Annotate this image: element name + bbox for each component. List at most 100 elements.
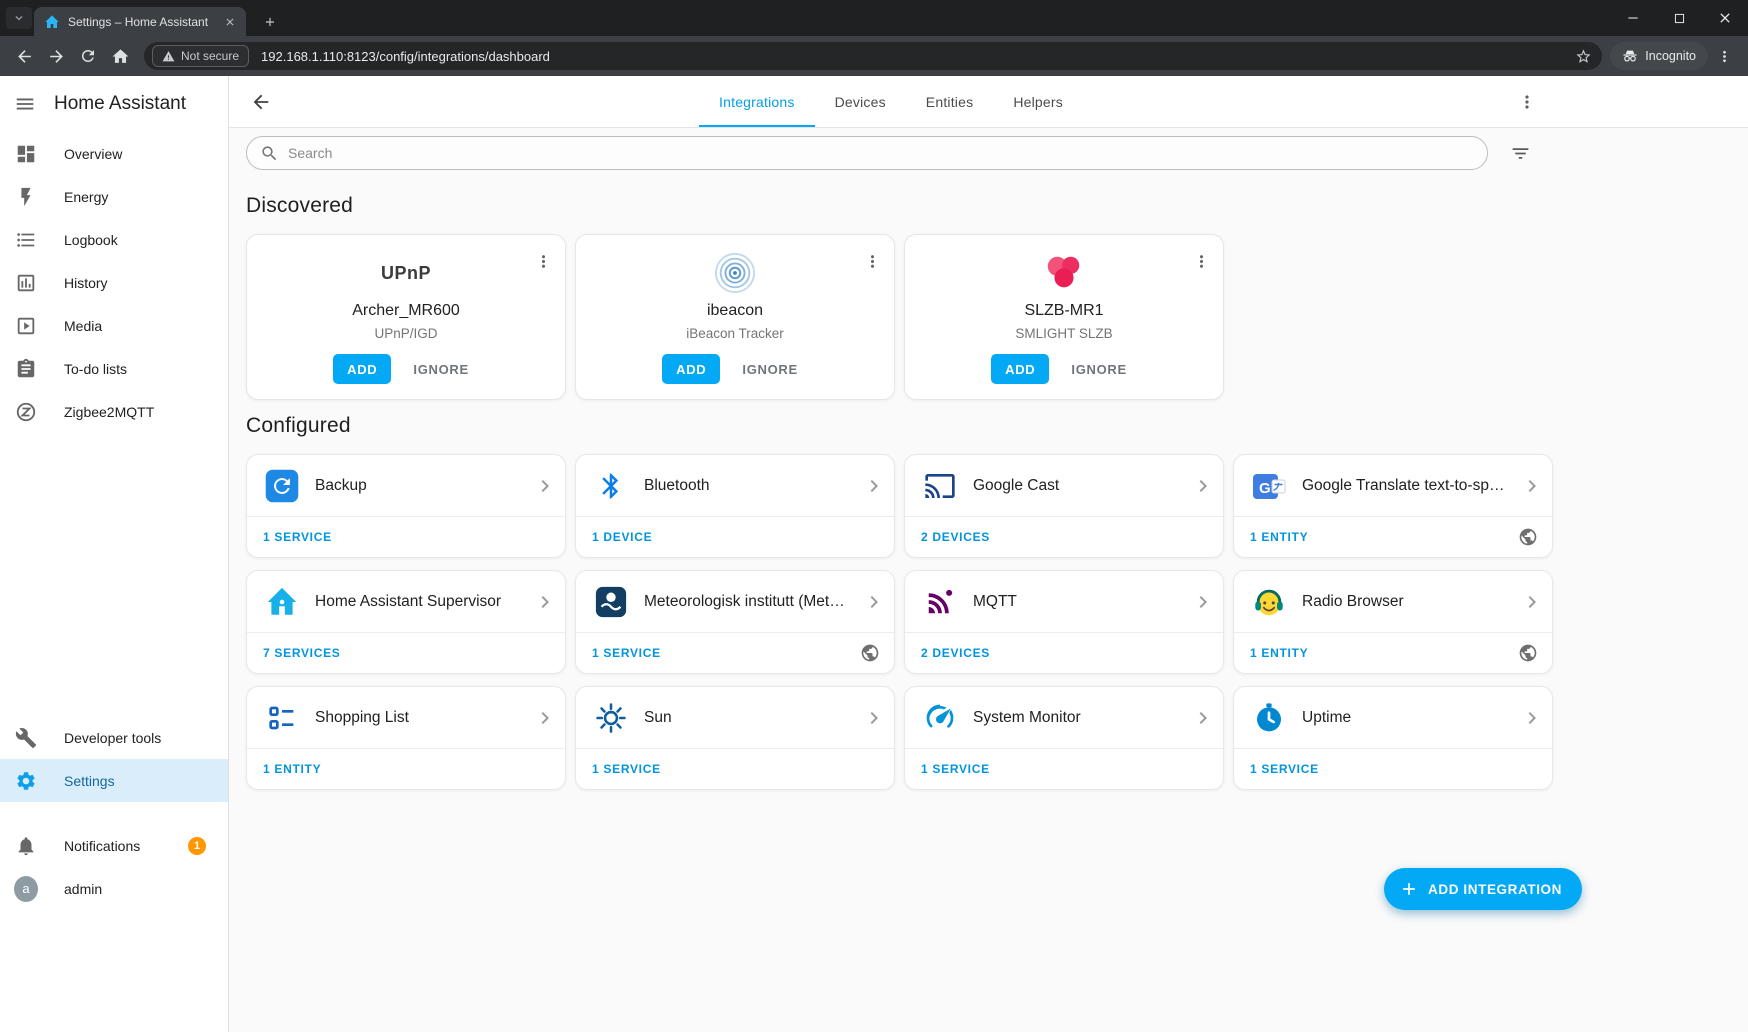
svg-text:G: G bbox=[1259, 480, 1271, 497]
ignore-button[interactable]: IGNORE bbox=[732, 354, 807, 384]
tab-entities[interactable]: Entities bbox=[906, 76, 994, 127]
tab-close-icon[interactable] bbox=[221, 13, 238, 30]
search-icon bbox=[260, 144, 279, 163]
ignore-button[interactable]: IGNORE bbox=[1061, 354, 1136, 384]
sidebar-item-overview[interactable]: Overview bbox=[0, 132, 228, 175]
window-minimize-button[interactable] bbox=[1610, 0, 1656, 36]
back-button[interactable] bbox=[250, 91, 272, 113]
sidebar-item-media[interactable]: Media bbox=[0, 304, 228, 347]
home-assistant-icon bbox=[263, 583, 301, 621]
chevron-right-icon[interactable] bbox=[533, 474, 557, 498]
chevron-right-icon[interactable] bbox=[533, 706, 557, 730]
sidebar-item-settings[interactable]: Settings bbox=[0, 759, 228, 802]
filter-button[interactable] bbox=[1504, 137, 1536, 169]
discovered-card-ibeacon: ibeacon iBeacon Tracker ADD IGNORE bbox=[575, 234, 895, 400]
tab-integrations[interactable]: Integrations bbox=[699, 76, 815, 127]
integration-card-bluetooth[interactable]: Bluetooth 1 DEVICE bbox=[575, 454, 895, 558]
entity-count-link[interactable]: 1 SERVICE bbox=[1250, 762, 1319, 776]
tab-devices[interactable]: Devices bbox=[815, 76, 906, 127]
entity-count-link[interactable]: 1 SERVICE bbox=[263, 530, 332, 544]
sidebar-item-developer-tools[interactable]: Developer tools bbox=[0, 716, 228, 759]
integration-card-google-cast[interactable]: Google Cast 2 DEVICES bbox=[904, 454, 1224, 558]
zigbee-icon bbox=[14, 400, 38, 424]
chevron-right-icon[interactable] bbox=[533, 590, 557, 614]
entity-count-link[interactable]: 1 SERVICE bbox=[592, 646, 661, 660]
sidebar-item-logbook[interactable]: Logbook bbox=[0, 218, 228, 261]
sidebar-item-energy[interactable]: Energy bbox=[0, 175, 228, 218]
dots-vertical-icon bbox=[534, 252, 553, 271]
browser-menu-button[interactable] bbox=[1708, 40, 1740, 72]
globe-icon bbox=[1518, 643, 1538, 663]
integration-card-sun[interactable]: Sun 1 SERVICE bbox=[575, 686, 895, 790]
card-menu-button[interactable] bbox=[860, 249, 884, 273]
chevron-right-icon[interactable] bbox=[1520, 706, 1544, 730]
add-button[interactable]: ADD bbox=[662, 354, 720, 384]
bell-icon bbox=[14, 834, 38, 858]
entity-count-link[interactable]: 2 DEVICES bbox=[921, 530, 990, 544]
sidebar-item-zigbee2mqtt[interactable]: Zigbee2MQTT bbox=[0, 390, 228, 433]
integration-card-supervisor[interactable]: Home Assistant Supervisor 7 SERVICES bbox=[246, 570, 566, 674]
card-menu-button[interactable] bbox=[1189, 249, 1213, 273]
warning-icon bbox=[162, 50, 175, 63]
window-maximize-button[interactable] bbox=[1656, 0, 1702, 36]
integration-card-uptime[interactable]: Uptime 1 SERVICE bbox=[1233, 686, 1553, 790]
integration-card-mqtt[interactable]: MQTT 2 DEVICES bbox=[904, 570, 1224, 674]
add-button[interactable]: ADD bbox=[991, 354, 1049, 384]
browser-tab[interactable]: Settings – Home Assistant bbox=[34, 7, 246, 36]
url-text[interactable]: 192.168.1.110:8123/config/integrations/d… bbox=[261, 49, 1570, 64]
chevron-right-icon[interactable] bbox=[862, 590, 886, 614]
close-icon bbox=[1717, 10, 1733, 26]
sidebar-item-notifications[interactable]: Notifications 1 bbox=[0, 824, 228, 867]
entity-count-link[interactable]: 1 SERVICE bbox=[921, 762, 990, 776]
overflow-menu-button[interactable] bbox=[1517, 92, 1537, 112]
sidebar-item-history[interactable]: History bbox=[0, 261, 228, 304]
ignore-button[interactable]: IGNORE bbox=[403, 354, 478, 384]
security-chip[interactable]: Not secure bbox=[152, 45, 249, 67]
entity-count-link[interactable]: 1 ENTITY bbox=[1250, 646, 1308, 660]
sidebar-item-todo-lists[interactable]: To-do lists bbox=[0, 347, 228, 390]
tab-search-button[interactable] bbox=[6, 7, 32, 29]
card-menu-button[interactable] bbox=[531, 249, 555, 273]
chevron-right-icon[interactable] bbox=[1191, 474, 1215, 498]
entity-count-link[interactable]: 2 DEVICES bbox=[921, 646, 990, 660]
chevron-right-icon[interactable] bbox=[862, 474, 886, 498]
chevron-right-icon[interactable] bbox=[1191, 706, 1215, 730]
clipboard-list-icon bbox=[14, 357, 38, 381]
integration-card-shopping-list[interactable]: Shopping List 1 ENTITY bbox=[246, 686, 566, 790]
address-bar[interactable]: Not secure 192.168.1.110:8123/config/int… bbox=[144, 42, 1602, 70]
tab-helpers[interactable]: Helpers bbox=[993, 76, 1083, 127]
mqtt-icon bbox=[921, 583, 959, 621]
window-close-button[interactable] bbox=[1702, 0, 1748, 36]
discovered-card-archer: UPnP Archer_MR600 UPnP/IGD ADD IGNORE bbox=[246, 234, 566, 400]
chevron-right-icon[interactable] bbox=[862, 706, 886, 730]
add-button[interactable]: ADD bbox=[333, 354, 391, 384]
search-input[interactable] bbox=[288, 145, 1474, 161]
reload-button[interactable] bbox=[72, 40, 104, 72]
entity-count-link[interactable]: 1 SERVICE bbox=[592, 762, 661, 776]
add-integration-button[interactable]: ADD INTEGRATION bbox=[1384, 868, 1582, 910]
entity-count-link[interactable]: 1 DEVICE bbox=[592, 530, 652, 544]
integration-card-radio-browser[interactable]: Radio Browser 1 ENTITY bbox=[1233, 570, 1553, 674]
sidebar-toggle-button[interactable] bbox=[14, 93, 36, 115]
forward-nav-button[interactable] bbox=[40, 40, 72, 72]
entity-count-link[interactable]: 1 ENTITY bbox=[263, 762, 321, 776]
integration-card-backup[interactable]: Backup 1 SERVICE bbox=[246, 454, 566, 558]
configured-grid: Backup 1 SERVICE Bluetoo bbox=[246, 454, 1536, 810]
entity-count-link[interactable]: 1 ENTITY bbox=[1250, 530, 1308, 544]
entity-count-link[interactable]: 7 SERVICES bbox=[263, 646, 340, 660]
back-nav-button[interactable] bbox=[8, 40, 40, 72]
chevron-right-icon[interactable] bbox=[1520, 474, 1544, 498]
integration-card-google-translate[interactable]: G Google Translate text-to-speech 1 ENTI… bbox=[1233, 454, 1553, 558]
bookmark-star-icon[interactable] bbox=[1570, 43, 1596, 69]
home-nav-button[interactable] bbox=[104, 40, 136, 72]
section-title-discovered: Discovered bbox=[246, 194, 1536, 218]
search-bar[interactable] bbox=[246, 136, 1488, 170]
new-tab-button[interactable] bbox=[256, 8, 283, 35]
integration-card-system-monitor[interactable]: System Monitor 1 SERVICE bbox=[904, 686, 1224, 790]
chevron-right-icon[interactable] bbox=[1520, 590, 1544, 614]
sidebar-item-user[interactable]: a admin bbox=[0, 867, 228, 910]
discovered-name: ibeacon bbox=[707, 302, 763, 320]
chevron-right-icon[interactable] bbox=[1191, 590, 1215, 614]
home-assistant-favicon bbox=[44, 14, 60, 30]
integration-card-met-no[interactable]: Meteorologisk institutt (Met.no) 1 SERVI… bbox=[575, 570, 895, 674]
